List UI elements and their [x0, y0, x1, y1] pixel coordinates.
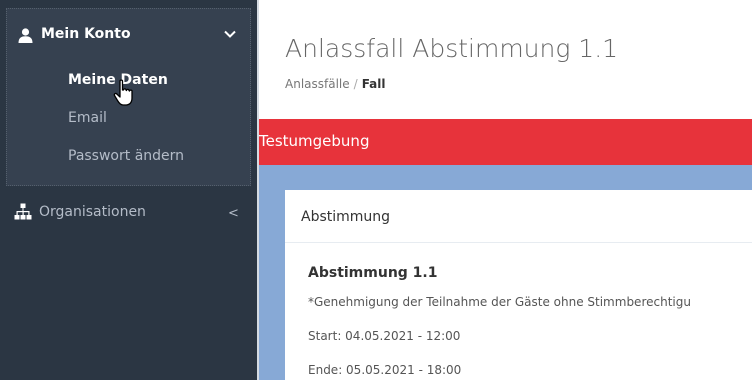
vote-start: Start: 04.05.2021 - 12:00 [308, 329, 461, 343]
sidebar-item-label: Organisationen [39, 204, 146, 220]
sidebar-subitem-email[interactable]: Email [68, 110, 107, 126]
content-area: Abstimmung Abstimmung 1.1 *Genehmigung d… [259, 165, 752, 390]
chevron-down-icon[interactable] [224, 30, 236, 39]
main-content: Anlassfall Abstimmung 1.1 Anlassfälle / Fa… [259, 0, 752, 390]
breadcrumb: Anlassfälle / Fall [285, 77, 386, 91]
breadcrumb-separator: / [353, 77, 358, 91]
environment-banner: Testumgebung [259, 119, 752, 165]
sitemap-icon [14, 203, 32, 220]
portlet-header: Abstimmung [285, 190, 752, 243]
environment-label: Testumgebung [259, 132, 370, 150]
vote-end: Ende: 05.05.2021 - 18:00 [308, 363, 462, 377]
vote-title: Abstimmung 1.1 [308, 265, 438, 281]
sidebar-item-organisationen[interactable]: Organisationen < [0, 194, 257, 234]
portlet: Abstimmung Abstimmung 1.1 *Genehmigung d… [285, 190, 752, 390]
sidebar-item-account[interactable]: Mein Konto [7, 9, 250, 57]
chevron-left-icon[interactable]: < [228, 206, 239, 221]
sidebar: Mein Konto Meine Daten Email Passwort än… [0, 0, 257, 380]
breadcrumb-link-anlassfaelle[interactable]: Anlassfälle [285, 77, 350, 91]
sidebar-item-label: Mein Konto [41, 26, 131, 42]
portlet-title: Abstimmung [301, 209, 391, 225]
breadcrumb-current: Fall [361, 77, 386, 91]
sidebar-subitem-passwort[interactable]: Passwort ändern [68, 148, 184, 164]
user-icon [18, 28, 33, 43]
vote-note: *Genehmigung der Teilnahme der Gäste ohn… [308, 295, 691, 309]
page-title: Anlassfall Abstimmung 1.1 [285, 34, 619, 63]
hand-cursor-icon [113, 79, 133, 106]
